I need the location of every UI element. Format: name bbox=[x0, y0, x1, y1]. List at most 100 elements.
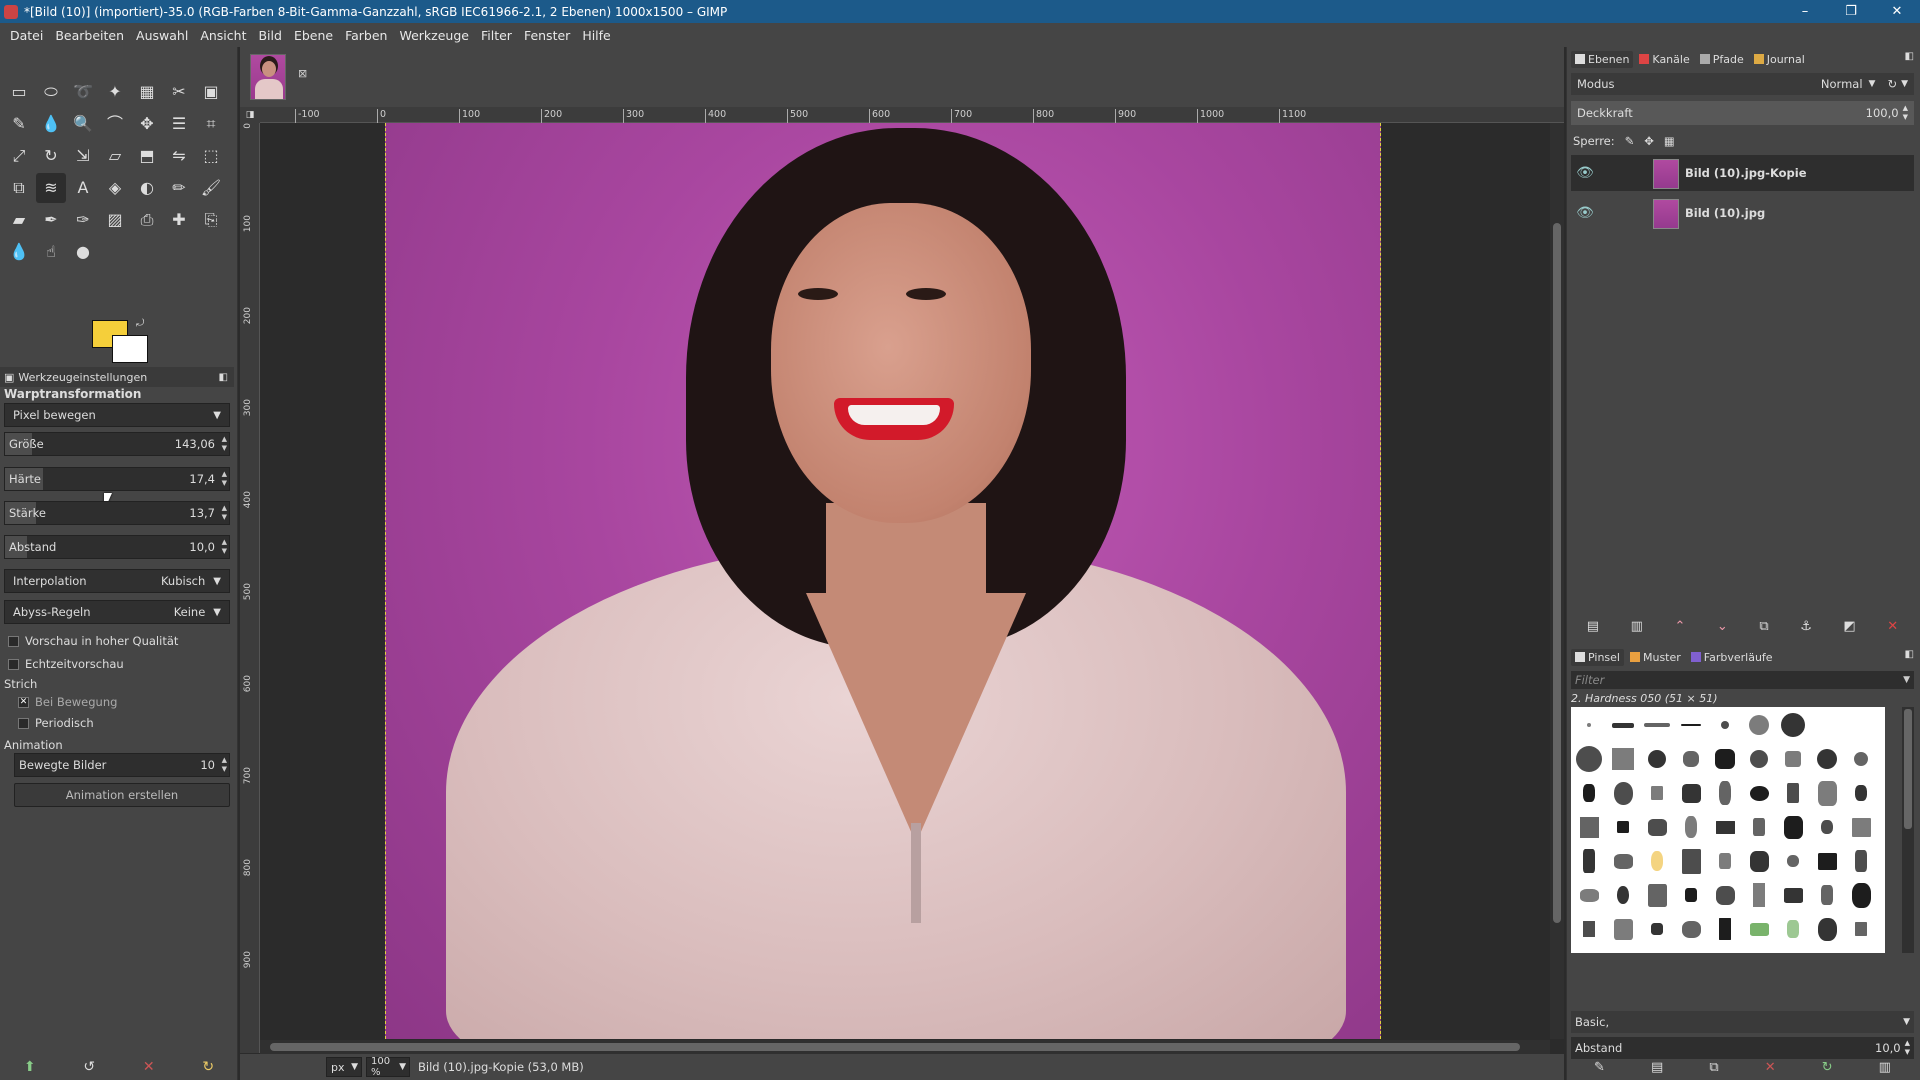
brush-preset[interactable] bbox=[1573, 709, 1605, 741]
slider-härte[interactable]: Härte 17,4 ▲ ▼ bbox=[4, 467, 230, 491]
brush-preset[interactable] bbox=[1573, 743, 1605, 775]
quickmask-icon[interactable]: ◨ bbox=[240, 107, 260, 123]
tool-button[interactable]: ⇋ bbox=[164, 141, 194, 171]
brush-preset[interactable] bbox=[1777, 879, 1809, 911]
slider-größe[interactable]: Größe 143,06 ▲ ▼ bbox=[4, 432, 230, 456]
image-tab-thumbnail[interactable] bbox=[250, 54, 286, 100]
dock-tab-ebenen[interactable]: Ebenen bbox=[1571, 50, 1634, 68]
brush-preset[interactable] bbox=[1709, 913, 1741, 945]
spin-arrows-icon[interactable]: ▲ ▼ bbox=[222, 756, 227, 774]
dock-tab-journal[interactable]: Journal bbox=[1750, 51, 1809, 68]
brush-tag-dropdown[interactable]: Basic, ▼ bbox=[1571, 1011, 1914, 1033]
brush-preset[interactable] bbox=[1641, 743, 1673, 775]
brush-preset[interactable] bbox=[1641, 913, 1673, 945]
brush-preset[interactable] bbox=[1777, 913, 1809, 945]
tool-button[interactable]: ⌒ bbox=[100, 109, 130, 139]
brush-preset[interactable] bbox=[1573, 879, 1605, 911]
brush-preset[interactable] bbox=[1675, 811, 1707, 843]
brush-preset[interactable] bbox=[1573, 777, 1605, 809]
menu-ansicht[interactable]: Ansicht bbox=[194, 28, 252, 43]
scrollbar-thumb[interactable] bbox=[1904, 709, 1912, 829]
spin-arrows-icon[interactable]: ▲ ▼ bbox=[222, 435, 227, 453]
close-button[interactable]: ✕ bbox=[1874, 0, 1920, 23]
brush-filter-input[interactable]: Filter ▼ bbox=[1571, 671, 1914, 689]
reset-icon[interactable]: ↻ bbox=[202, 1059, 214, 1075]
during-motion-checkbox[interactable]: ✕ Bei Bewegung bbox=[18, 695, 117, 709]
image-canvas[interactable] bbox=[385, 123, 1381, 1039]
panel-config-icon[interactable]: ◧ bbox=[219, 372, 228, 383]
brush-preset[interactable] bbox=[1845, 777, 1877, 809]
brush-preset[interactable] bbox=[1675, 913, 1707, 945]
brush-preset[interactable] bbox=[1675, 845, 1707, 877]
brush-preset[interactable] bbox=[1709, 879, 1741, 911]
scrollbar-thumb[interactable] bbox=[1553, 223, 1561, 923]
brush-preset[interactable] bbox=[1845, 879, 1877, 911]
brush-preset[interactable] bbox=[1811, 743, 1843, 775]
brush-preset[interactable] bbox=[1675, 879, 1707, 911]
spin-arrows-icon[interactable]: ▲ ▼ bbox=[1903, 104, 1908, 122]
tool-button[interactable]: ⎙ bbox=[132, 205, 162, 235]
visibility-eye-icon[interactable]: 👁 bbox=[1571, 165, 1599, 181]
spin-arrows-icon[interactable]: ▲ ▼ bbox=[222, 504, 227, 522]
zoom-dropdown[interactable]: 100 % ▼ bbox=[366, 1056, 410, 1078]
panel-config-icon[interactable]: ◧ bbox=[1905, 649, 1914, 660]
background-color[interactable] bbox=[112, 335, 148, 363]
tool-button[interactable]: ✂ bbox=[164, 77, 194, 107]
brush-preset[interactable] bbox=[1743, 811, 1775, 843]
brush-preset[interactable] bbox=[1811, 777, 1843, 809]
brush-preset[interactable] bbox=[1811, 709, 1843, 741]
create-animation-button[interactable]: Animation erstellen bbox=[14, 783, 230, 807]
panel-config-icon[interactable]: ◧ bbox=[1905, 51, 1914, 62]
brush-preset[interactable] bbox=[1743, 913, 1775, 945]
duplicate-brush-icon[interactable]: ⧉ bbox=[1709, 1060, 1718, 1075]
tool-button[interactable]: ▭ bbox=[4, 77, 34, 107]
maximize-button[interactable]: ❐ bbox=[1828, 0, 1874, 23]
interpolation-dropdown[interactable]: Interpolation Kubisch ▼ bbox=[4, 569, 230, 593]
brush-preset[interactable] bbox=[1777, 743, 1809, 775]
visibility-eye-icon[interactable]: 👁 bbox=[1571, 205, 1599, 221]
tool-button[interactable]: ◐ bbox=[132, 173, 162, 203]
spin-arrows-icon[interactable]: ▲ ▼ bbox=[222, 470, 227, 488]
brush-preset[interactable] bbox=[1743, 743, 1775, 775]
layer-row[interactable]: 👁 Bild (10).jpg-Kopie bbox=[1571, 155, 1914, 191]
canvas-area[interactable]: ◨ -100 0 100 200 300 400 500 600 700 800 900 1000 11… bbox=[240, 107, 1564, 1054]
tool-button[interactable]: ✒ bbox=[36, 205, 66, 235]
brush-preset[interactable] bbox=[1607, 879, 1639, 911]
menu-bearbeiten[interactable]: Bearbeiten bbox=[49, 28, 130, 43]
new-layer-icon[interactable]: ▤ bbox=[1587, 619, 1599, 634]
lock-position-icon[interactable]: ✥ bbox=[1644, 134, 1654, 148]
brush-preset[interactable] bbox=[1675, 709, 1707, 741]
brush-preset[interactable] bbox=[1811, 879, 1843, 911]
minimize-button[interactable]: – bbox=[1782, 0, 1828, 23]
brush-scrollbar[interactable] bbox=[1902, 707, 1914, 953]
menu-bild[interactable]: Bild bbox=[252, 28, 287, 43]
spin-arrows-icon[interactable]: ▲ ▼ bbox=[222, 538, 227, 556]
brush-preset[interactable] bbox=[1607, 811, 1639, 843]
unit-dropdown[interactable]: px ▼ bbox=[326, 1057, 362, 1077]
brush-preset[interactable] bbox=[1641, 709, 1673, 741]
tool-button[interactable]: A bbox=[68, 173, 98, 203]
brush-preset[interactable] bbox=[1573, 913, 1605, 945]
open-brush-icon[interactable]: ▥ bbox=[1879, 1060, 1891, 1075]
brush-preset[interactable] bbox=[1743, 777, 1775, 809]
brush-preset[interactable] bbox=[1811, 913, 1843, 945]
anchor-layer-icon[interactable]: ⚓ bbox=[1800, 619, 1812, 634]
tool-button[interactable]: ✑ bbox=[68, 205, 98, 235]
tool-button[interactable]: ✚ bbox=[164, 205, 194, 235]
horizontal-ruler[interactable]: -100 0 100 200 300 400 500 600 700 800 900 1000 1100 bbox=[260, 107, 1564, 123]
mode-dropdown[interactable]: Modus Normal ▼ ↻ ▼ bbox=[1571, 73, 1914, 95]
tool-button[interactable]: ➰ bbox=[68, 77, 98, 107]
brush-preset[interactable] bbox=[1607, 777, 1639, 809]
menu-hilfe[interactable]: Hilfe bbox=[576, 28, 616, 43]
vertical-scrollbar[interactable] bbox=[1550, 123, 1564, 1039]
tool-button[interactable]: ⎘ bbox=[196, 205, 226, 235]
brush-preset[interactable] bbox=[1845, 811, 1877, 843]
brush-preset[interactable] bbox=[1743, 709, 1775, 741]
tool-button[interactable]: ✏ bbox=[164, 173, 194, 203]
tool-button[interactable]: 🔍 bbox=[68, 109, 98, 139]
tool-button[interactable]: ▣ bbox=[196, 77, 226, 107]
tool-button[interactable]: ▦ bbox=[132, 77, 162, 107]
brush-preset[interactable] bbox=[1709, 709, 1741, 741]
brush-preset[interactable] bbox=[1607, 743, 1639, 775]
brush-preset[interactable] bbox=[1743, 845, 1775, 877]
